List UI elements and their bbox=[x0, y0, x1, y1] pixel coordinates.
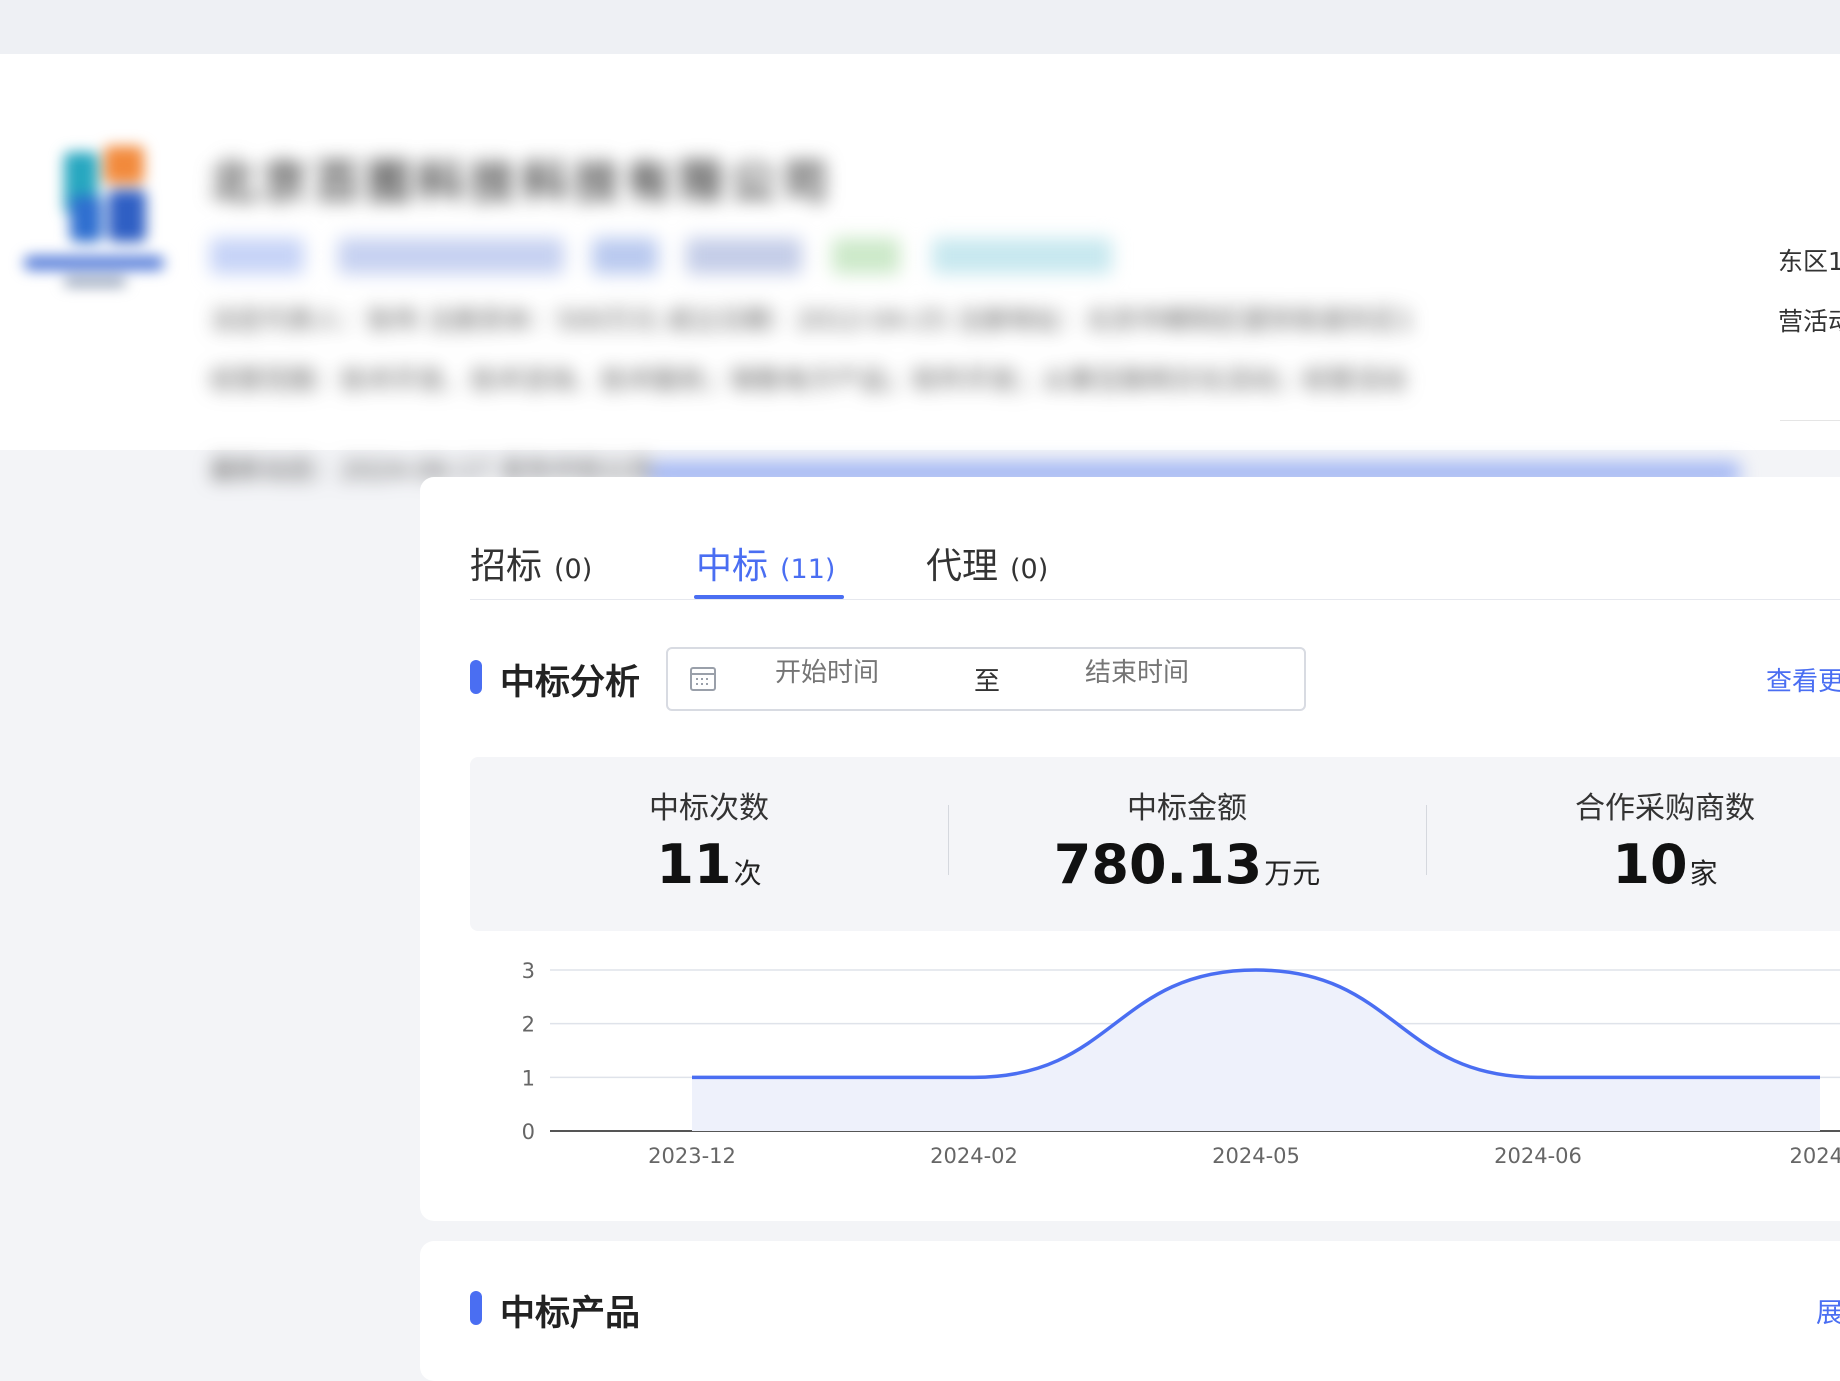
tag-4 bbox=[686, 238, 802, 274]
section-accent-bar bbox=[470, 1291, 482, 1325]
products-title: 中标产品 bbox=[500, 1285, 640, 1336]
info-line-1: 法定代表人：张伟 注册资本：500万元 成立日期：2012-04-25 注册地址… bbox=[210, 300, 1414, 337]
scope-overflow-text: 营活动 bbox=[1778, 302, 1840, 338]
company-logo bbox=[14, 106, 176, 306]
info-line-2: 经营范围：技术开发、技术咨询、技术服务；销售电子产品；软件开发；从事互联网文化活… bbox=[210, 360, 1406, 397]
x-tick-label: 2024-05 bbox=[1212, 1144, 1300, 1168]
tag-2 bbox=[338, 238, 564, 274]
address-overflow-text: 东区1 bbox=[1778, 242, 1840, 278]
expand-link[interactable]: 展 bbox=[1816, 1291, 1840, 1330]
y-tick-label: 1 bbox=[522, 1066, 535, 1090]
divider bbox=[1780, 420, 1840, 421]
x-tick-label: 2024-02 bbox=[930, 1144, 1018, 1168]
tag-6 bbox=[932, 238, 1112, 274]
win-trend-chart: 0 1 2 3 2023-12 2024-02 2024-05 2024-06 2024- bbox=[420, 477, 1840, 1177]
company-profile-card: 北京百图科技科技有限公司 法定代表人：张伟 注册资本：500万元 成立日期：20… bbox=[0, 54, 1840, 450]
y-tick-label: 3 bbox=[522, 959, 535, 983]
series-area bbox=[692, 970, 1820, 1131]
bidding-card: 招标(0) 中标(11) 代理(0) 中标分析 至 查看更 中标次数 11次 中… bbox=[420, 477, 1840, 1221]
company-name: 北京百图科技科技有限公司 bbox=[210, 146, 834, 212]
top-strip bbox=[0, 0, 1840, 54]
tag-3 bbox=[592, 238, 658, 274]
company-info-blurred: 北京百图科技科技有限公司 法定代表人：张伟 注册资本：500万元 成立日期：20… bbox=[200, 84, 1780, 484]
x-tick-label: 2024- bbox=[1789, 1144, 1840, 1168]
tag-5 bbox=[832, 238, 900, 274]
x-tick-label: 2024-06 bbox=[1494, 1144, 1582, 1168]
products-card: 中标产品 展 bbox=[420, 1241, 1840, 1381]
y-tick-label: 2 bbox=[522, 1013, 535, 1037]
y-tick-label: 0 bbox=[522, 1120, 535, 1144]
tag-1 bbox=[210, 238, 304, 274]
x-tick-label: 2023-12 bbox=[648, 1144, 736, 1168]
